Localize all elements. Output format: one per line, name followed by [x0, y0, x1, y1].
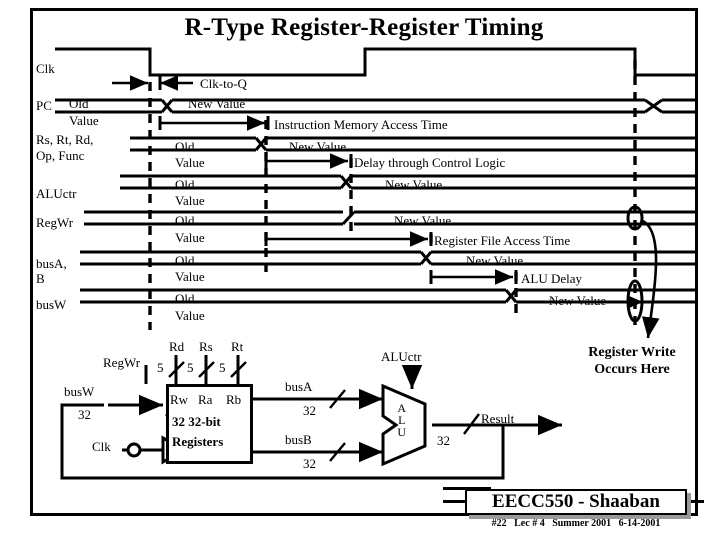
annotation-control-delay: Delay through Control Logic — [354, 155, 506, 170]
annotation-register-write: Register Write Occurs Here — [567, 345, 697, 378]
signal-label-clk: Clk — [36, 61, 55, 76]
width-label-rs: 5 — [187, 360, 194, 375]
page-title: R-Type Register-Register Timing — [184, 14, 544, 41]
datapath-label-regwr: RegWr — [103, 355, 141, 370]
signal-label-busab-1: busA, — [36, 256, 67, 271]
datapath-label-busw: busW — [64, 384, 95, 399]
port-label-rw: Rw — [170, 392, 189, 407]
footer-term: Summer 2001 — [552, 518, 612, 529]
register-write-line-2: Occurs Here — [594, 361, 670, 377]
alu-label: A L U — [395, 402, 409, 438]
annotation-alu-delay: ALU Delay — [521, 271, 583, 286]
alu-letter-u: U — [397, 425, 407, 439]
pc-new-value-label: New Value — [188, 96, 246, 111]
signal-label-instruction-1: Rs, Rt, Rd, — [36, 132, 94, 147]
busab-new-value-label: New Value — [466, 253, 524, 268]
instr-old-value-label: Value — [175, 155, 205, 170]
datapath-label-rt: Rt — [231, 339, 244, 354]
width-label-rt: 5 — [219, 360, 226, 375]
instr-old-label: Old — [175, 139, 195, 154]
footer-slide-number: #22 — [491, 518, 507, 529]
annotation-imem-access: Instruction Memory Access Time — [274, 117, 448, 132]
aluctr-old-value-label: Value — [175, 193, 205, 208]
signal-label-instruction-2: Op, Func — [36, 148, 85, 163]
footer-date: 6-14-2001 — [618, 518, 661, 529]
datapath-label-busb: busB — [285, 432, 312, 447]
busab-old-label: Old — [175, 253, 195, 268]
busw-new-value-label: New Value — [549, 293, 607, 308]
aluctr-old-label: Old — [175, 177, 195, 192]
regwr-old-label: Old — [175, 213, 195, 228]
port-label-rb: Rb — [226, 392, 242, 407]
pc-old-value-label: Value — [69, 113, 99, 128]
width-label-busa: 32 — [303, 403, 316, 418]
datapath-label-rs: Rs — [199, 339, 213, 354]
signal-label-regwr: RegWr — [36, 215, 74, 230]
datapath-label-aluctr: ALUctr — [381, 349, 422, 364]
footer-rule-left — [443, 500, 467, 503]
busw-old-value-label: Value — [175, 308, 205, 323]
busw-old-label: Old — [175, 291, 195, 306]
footer-rule-right — [690, 500, 704, 503]
footer-meta: #22 Lec # 4 Summer 2001 6-14-2001 — [465, 518, 687, 529]
slide-canvas: R-Type Register-Register Timing Clk PC R… — [0, 0, 720, 540]
width-label-busb: 32 — [303, 456, 316, 471]
signal-label-busw: busW — [36, 297, 67, 312]
datapath-label-clk: Clk — [92, 439, 111, 454]
datapath-label-busa: busA — [285, 379, 313, 394]
annotation-regfile-access: Register File Access Time — [434, 233, 571, 248]
port-label-ra: Ra — [198, 392, 213, 407]
signal-label-aluctr: ALUctr — [36, 186, 77, 201]
busab-old-value-label: Value — [175, 269, 205, 284]
signal-label-busab-2: B — [36, 271, 45, 286]
aluctr-new-value-label: New Value — [385, 177, 443, 192]
pc-old-label: Old — [69, 96, 89, 111]
width-label-result: 32 — [437, 433, 450, 448]
datapath-label-result: Result — [481, 411, 515, 426]
signal-label-pc: PC — [36, 98, 52, 113]
instr-new-value-label: New Value — [289, 139, 347, 154]
datapath-label-rd: Rd — [169, 339, 185, 354]
footer-lecture: Lec # 4 — [514, 518, 545, 529]
regwr-new-value-label: New Value — [394, 213, 452, 228]
register-file-line-1: 32 32-bit — [172, 414, 221, 429]
regwr-old-value-label: Value — [175, 230, 205, 245]
width-label-rd: 5 — [157, 360, 164, 375]
annotation-clk-to-q: Clk-to-Q — [200, 76, 247, 91]
slide-border — [30, 8, 698, 516]
register-file-line-2: Registers — [172, 434, 224, 449]
footer-course-text: EECC550 - Shaaban — [492, 491, 660, 512]
register-write-line-1: Register Write — [588, 345, 676, 360]
width-label-busw: 32 — [78, 407, 91, 422]
footer-course-plaque: EECC550 - Shaaban — [465, 489, 687, 515]
